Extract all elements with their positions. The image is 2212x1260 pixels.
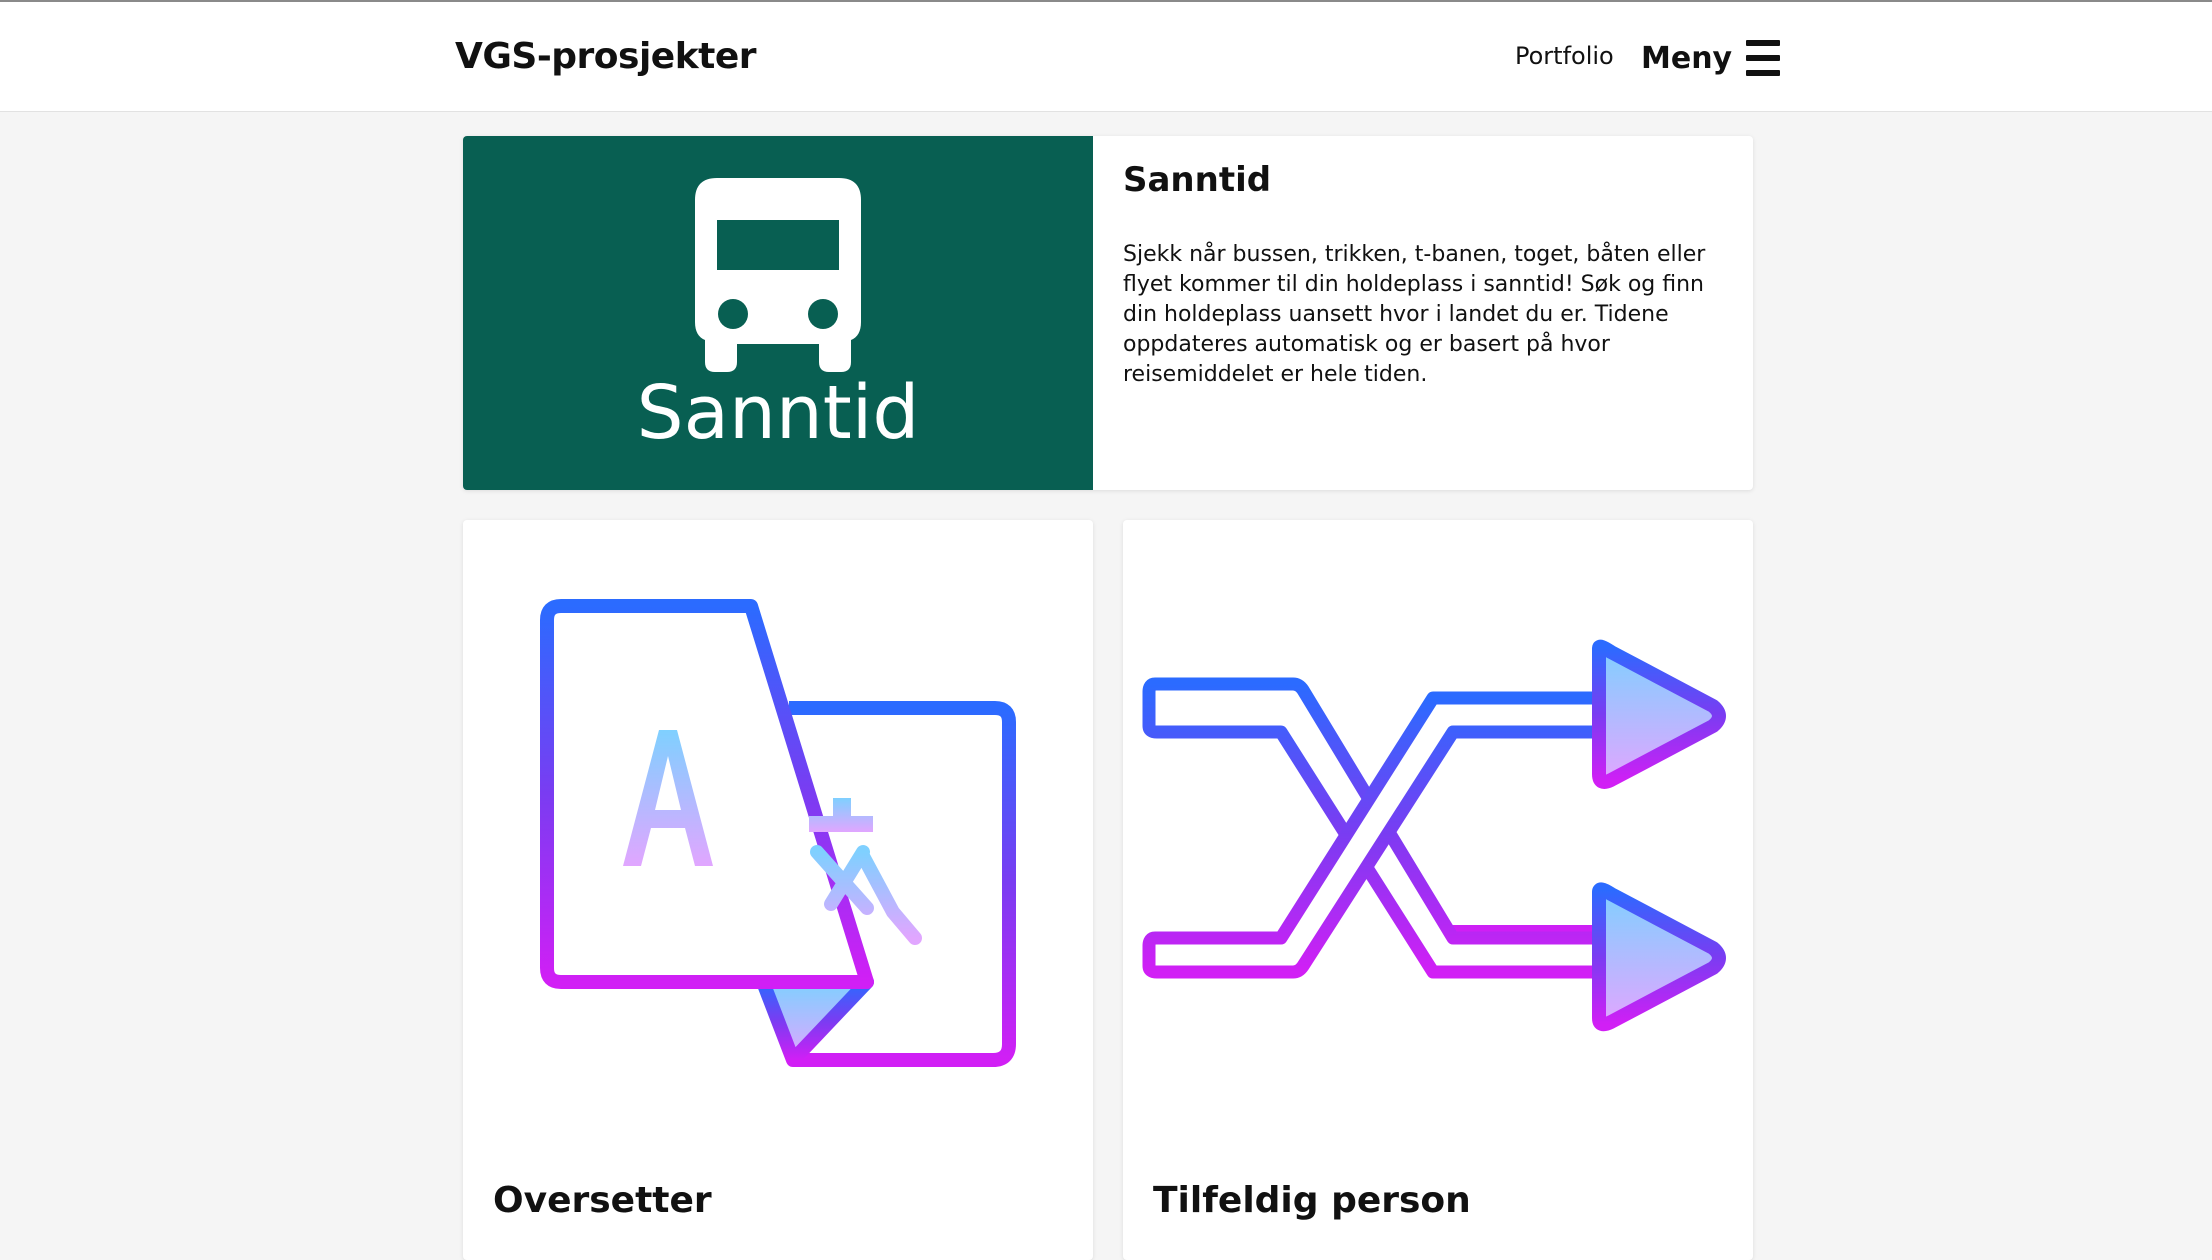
project-description: Sjekk når bussen, trikken, t-banen, toge… xyxy=(1123,242,1706,387)
project-image-label: Sanntid xyxy=(636,370,920,456)
menu-button[interactable]: Meny xyxy=(1641,36,1781,80)
project-card-tilfeldig-person[interactable]: Tilfeldig person xyxy=(1123,520,1753,1260)
site-header: VGS-prosjekter Portfolio Meny xyxy=(0,2,2212,112)
project-card-sanntid[interactable]: Sanntid Sanntid Sjekk når bussen, trikke… xyxy=(463,136,1753,490)
project-title: Tilfeldig person xyxy=(1153,1180,1471,1221)
menu-label: Meny xyxy=(1641,40,1733,76)
nav-link-portfolio[interactable]: Portfolio xyxy=(1515,42,1614,70)
project-card-oversetter[interactable]: Oversetter xyxy=(463,520,1093,1260)
site-brand[interactable]: VGS-prosjekter xyxy=(455,36,757,77)
translate-icon xyxy=(540,599,1016,1067)
project-image-sanntid: Sanntid xyxy=(463,136,1093,490)
hamburger-icon xyxy=(1746,40,1781,76)
shuffle-icon xyxy=(1142,639,1726,1032)
project-title: Sanntid xyxy=(1123,160,1272,200)
project-title: Oversetter xyxy=(493,1180,712,1221)
